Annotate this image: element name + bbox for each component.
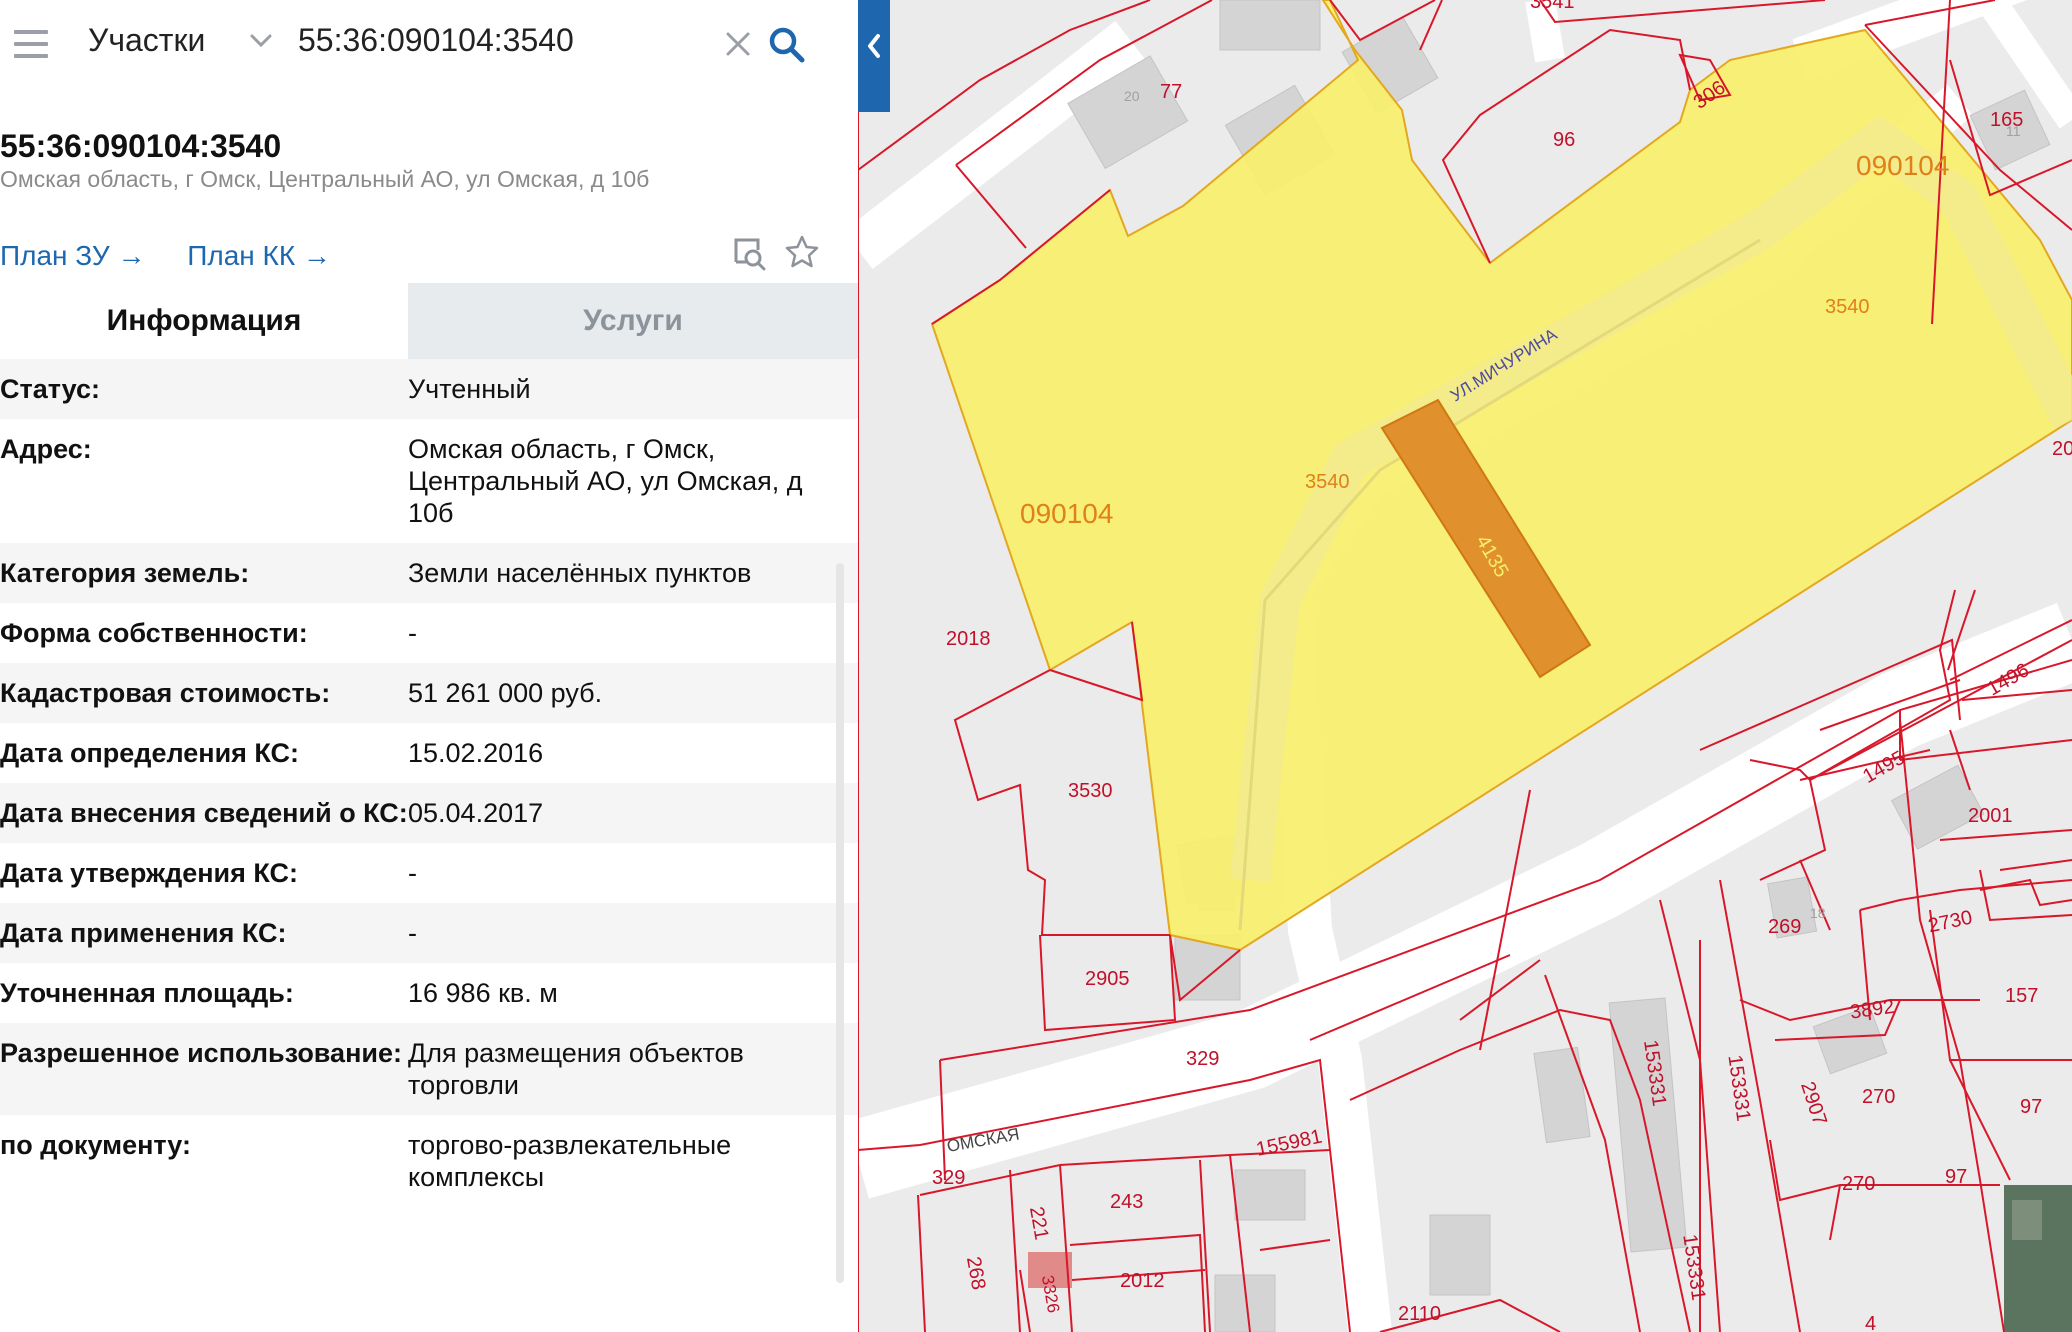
search-input[interactable]: 55:36:090104:3540 <box>298 22 574 59</box>
info-row-approval-date: Дата утверждения КС: - <box>0 858 417 888</box>
layer-select[interactable]: Участки <box>88 22 205 59</box>
panel-scrollbar[interactable] <box>836 563 844 1283</box>
arrow-right-icon: → <box>295 240 331 271</box>
parcel-label: 97 <box>2020 1096 2042 1118</box>
block-label: 090104 <box>1856 150 1949 181</box>
info-row-area: Уточненная площадь: 16 986 кв. м <box>0 978 558 1008</box>
menu-icon[interactable] <box>14 30 48 58</box>
parcel-label: 329 <box>932 1167 965 1189</box>
plan-zu-link[interactable]: План ЗУ → <box>0 240 145 271</box>
parcel-label: 2012 <box>1120 1270 1165 1292</box>
search-box: Участки 55:36:090104:3540 <box>0 0 838 92</box>
building-number: 20 <box>1124 88 1140 104</box>
info-table: Статус: Учтенный Адрес: Омская область, г … <box>0 359 858 1207</box>
search-icon[interactable] <box>768 26 806 64</box>
tab-bar: Информация Услуги <box>0 283 858 359</box>
parcel-label: 3541 <box>1530 0 1575 13</box>
parcel-label: 329 <box>1186 1048 1219 1070</box>
building-number: 18 <box>1810 905 1826 921</box>
info-row-cadastral-value: Кадастровая стоимость: 51 261 000 руб. <box>0 663 858 723</box>
chevron-down-icon[interactable] <box>250 34 272 48</box>
parcel-label: 2905 <box>1085 968 1130 990</box>
star-icon[interactable] <box>784 234 820 270</box>
parcel-label: 2110 <box>1398 1303 1441 1325</box>
info-row-ownership: Форма собственности: - <box>0 618 417 648</box>
page-title: 55:36:090104:3540 <box>0 128 282 164</box>
parcel-label: 3540 <box>1825 296 1870 318</box>
info-panel: Участки 55:36:090104:3540 55:36:090104:3… <box>0 0 858 1332</box>
info-row-permitted-use: Разрешенное использование: Для размещения… <box>0 1023 858 1115</box>
info-row-land-category: Категория земель: Земли населённых пункто… <box>0 543 858 603</box>
parcel-label: 96 <box>1553 129 1575 151</box>
parcel-label: 2018 <box>946 628 991 650</box>
plan-kk-link[interactable]: План КК → <box>187 240 331 271</box>
zoom-to-icon[interactable] <box>732 236 766 272</box>
info-row-value-date: Дата определения КС: 15.02.2016 <box>0 738 544 768</box>
arrow-right-icon: → <box>109 240 146 271</box>
info-row-application-date: Дата применения КС: - <box>0 903 858 963</box>
info-row-address: Адрес: Омская область, г Омск, Центральны… <box>0 434 803 528</box>
info-row-by-document: по документу: торгово-развлекательные ком… <box>0 1130 732 1192</box>
info-row-value-entry-date: Дата внесения сведений о КС: 05.04.2017 <box>0 783 858 843</box>
parcel-label: 270 <box>1862 1086 1895 1108</box>
parcel-label: 243 <box>1110 1191 1143 1213</box>
block-label: 090104 <box>1020 498 1113 529</box>
parcel-label: 20 <box>2052 438 2072 460</box>
info-row-status: Статус: Учтенный <box>0 359 858 419</box>
parcel-label: 270 <box>1842 1173 1875 1195</box>
parcel-label: 3530 <box>1068 780 1113 802</box>
building-number: 11 <box>2006 123 2021 139</box>
parcel-label: 157 <box>2005 985 2038 1007</box>
tab-services[interactable]: Услуги <box>408 283 858 359</box>
close-icon[interactable] <box>724 30 752 58</box>
chevron-left-icon <box>868 34 880 58</box>
parcel-label: 97 <box>1945 1166 1967 1188</box>
collapse-panel-button[interactable] <box>858 0 890 92</box>
parcel-label: 2001 <box>1968 805 2013 827</box>
parcel-label: 77 <box>1160 81 1182 103</box>
parcel-label: 269 <box>1768 916 1801 938</box>
plan-links: План ЗУ → План КК → <box>0 240 365 272</box>
parcel-label: 4 <box>1865 1313 1876 1332</box>
parcel-label: 3540 <box>1305 471 1350 493</box>
parcel-address: Омская область, г Омск, Центральный АО, … <box>0 166 650 192</box>
tab-information[interactable]: Информация <box>0 283 408 359</box>
